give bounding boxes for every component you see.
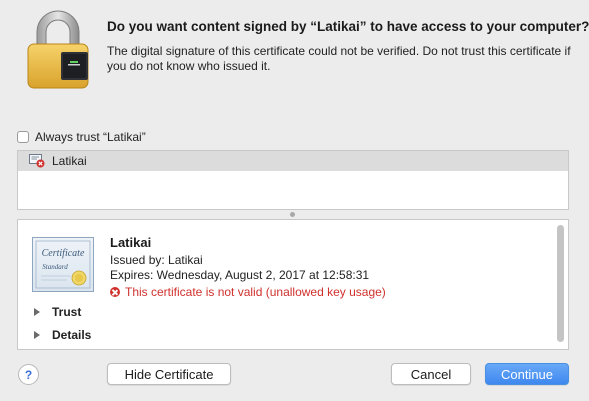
certificate-list-item[interactable]: Latikai bbox=[18, 151, 568, 171]
certificate-trust-dialog: Do you want content signed by “Latikai” … bbox=[0, 0, 589, 401]
continue-button[interactable]: Continue bbox=[485, 363, 569, 385]
details-disclosure-label[interactable]: Details bbox=[52, 328, 91, 342]
certificate-status: This certificate is not valid (unallowed… bbox=[110, 285, 386, 299]
certificate-name: Latikai bbox=[110, 235, 152, 250]
details-disclosure[interactable]: Details bbox=[34, 328, 91, 342]
trust-disclosure[interactable]: Trust bbox=[34, 305, 81, 319]
certificate-list[interactable]: Latikai bbox=[17, 150, 569, 210]
certificate-expiry: Expires: Wednesday, August 2, 2017 at 12… bbox=[110, 268, 370, 282]
disclosure-triangle-icon[interactable] bbox=[34, 331, 40, 339]
certificate-image-subtitle: Standard bbox=[42, 263, 68, 271]
scrollbar[interactable] bbox=[557, 225, 564, 342]
dialog-message: The digital signature of this certificat… bbox=[107, 44, 571, 73]
certificate-list-item-label: Latikai bbox=[52, 154, 87, 168]
lock-icon bbox=[23, 6, 93, 92]
error-icon bbox=[110, 287, 120, 297]
dialog-title: Do you want content signed by “Latikai” … bbox=[107, 19, 589, 34]
always-trust-label[interactable]: Always trust “Latikai” bbox=[35, 130, 146, 144]
certificate-image-title: Certificate bbox=[42, 248, 85, 259]
certificate-issuer: Issued by: Latikai bbox=[110, 253, 203, 267]
trust-disclosure-label[interactable]: Trust bbox=[52, 305, 81, 319]
cancel-button[interactable]: Cancel bbox=[391, 363, 471, 385]
certificate-error-icon bbox=[29, 154, 45, 168]
split-view-handle[interactable] bbox=[290, 212, 295, 217]
disclosure-triangle-icon[interactable] bbox=[34, 308, 40, 316]
certificate-status-text: This certificate is not valid (unallowed… bbox=[125, 285, 386, 299]
certificate-detail-panel: Certificate Standard Latikai Issued by: … bbox=[17, 219, 569, 350]
certificate-image: Certificate Standard bbox=[32, 237, 94, 292]
help-button[interactable]: ? bbox=[18, 364, 39, 385]
hide-certificate-button[interactable]: Hide Certificate bbox=[107, 363, 231, 385]
always-trust-option[interactable]: Always trust “Latikai” bbox=[17, 130, 146, 144]
always-trust-checkbox[interactable] bbox=[17, 131, 29, 143]
